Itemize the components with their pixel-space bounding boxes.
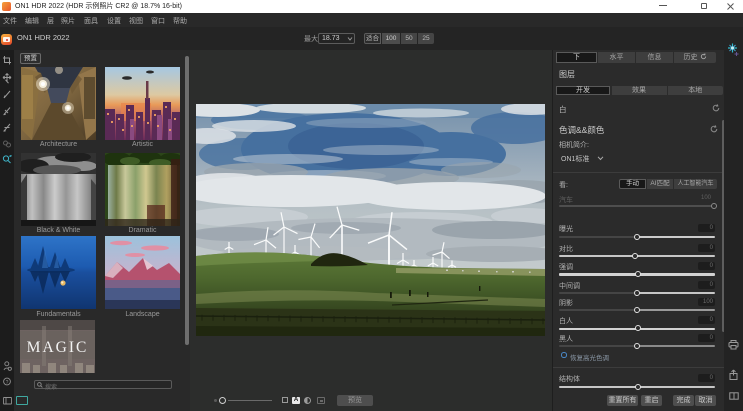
svg-text:MAGIC: MAGIC	[27, 339, 89, 356]
svg-text:?: ?	[6, 380, 9, 386]
